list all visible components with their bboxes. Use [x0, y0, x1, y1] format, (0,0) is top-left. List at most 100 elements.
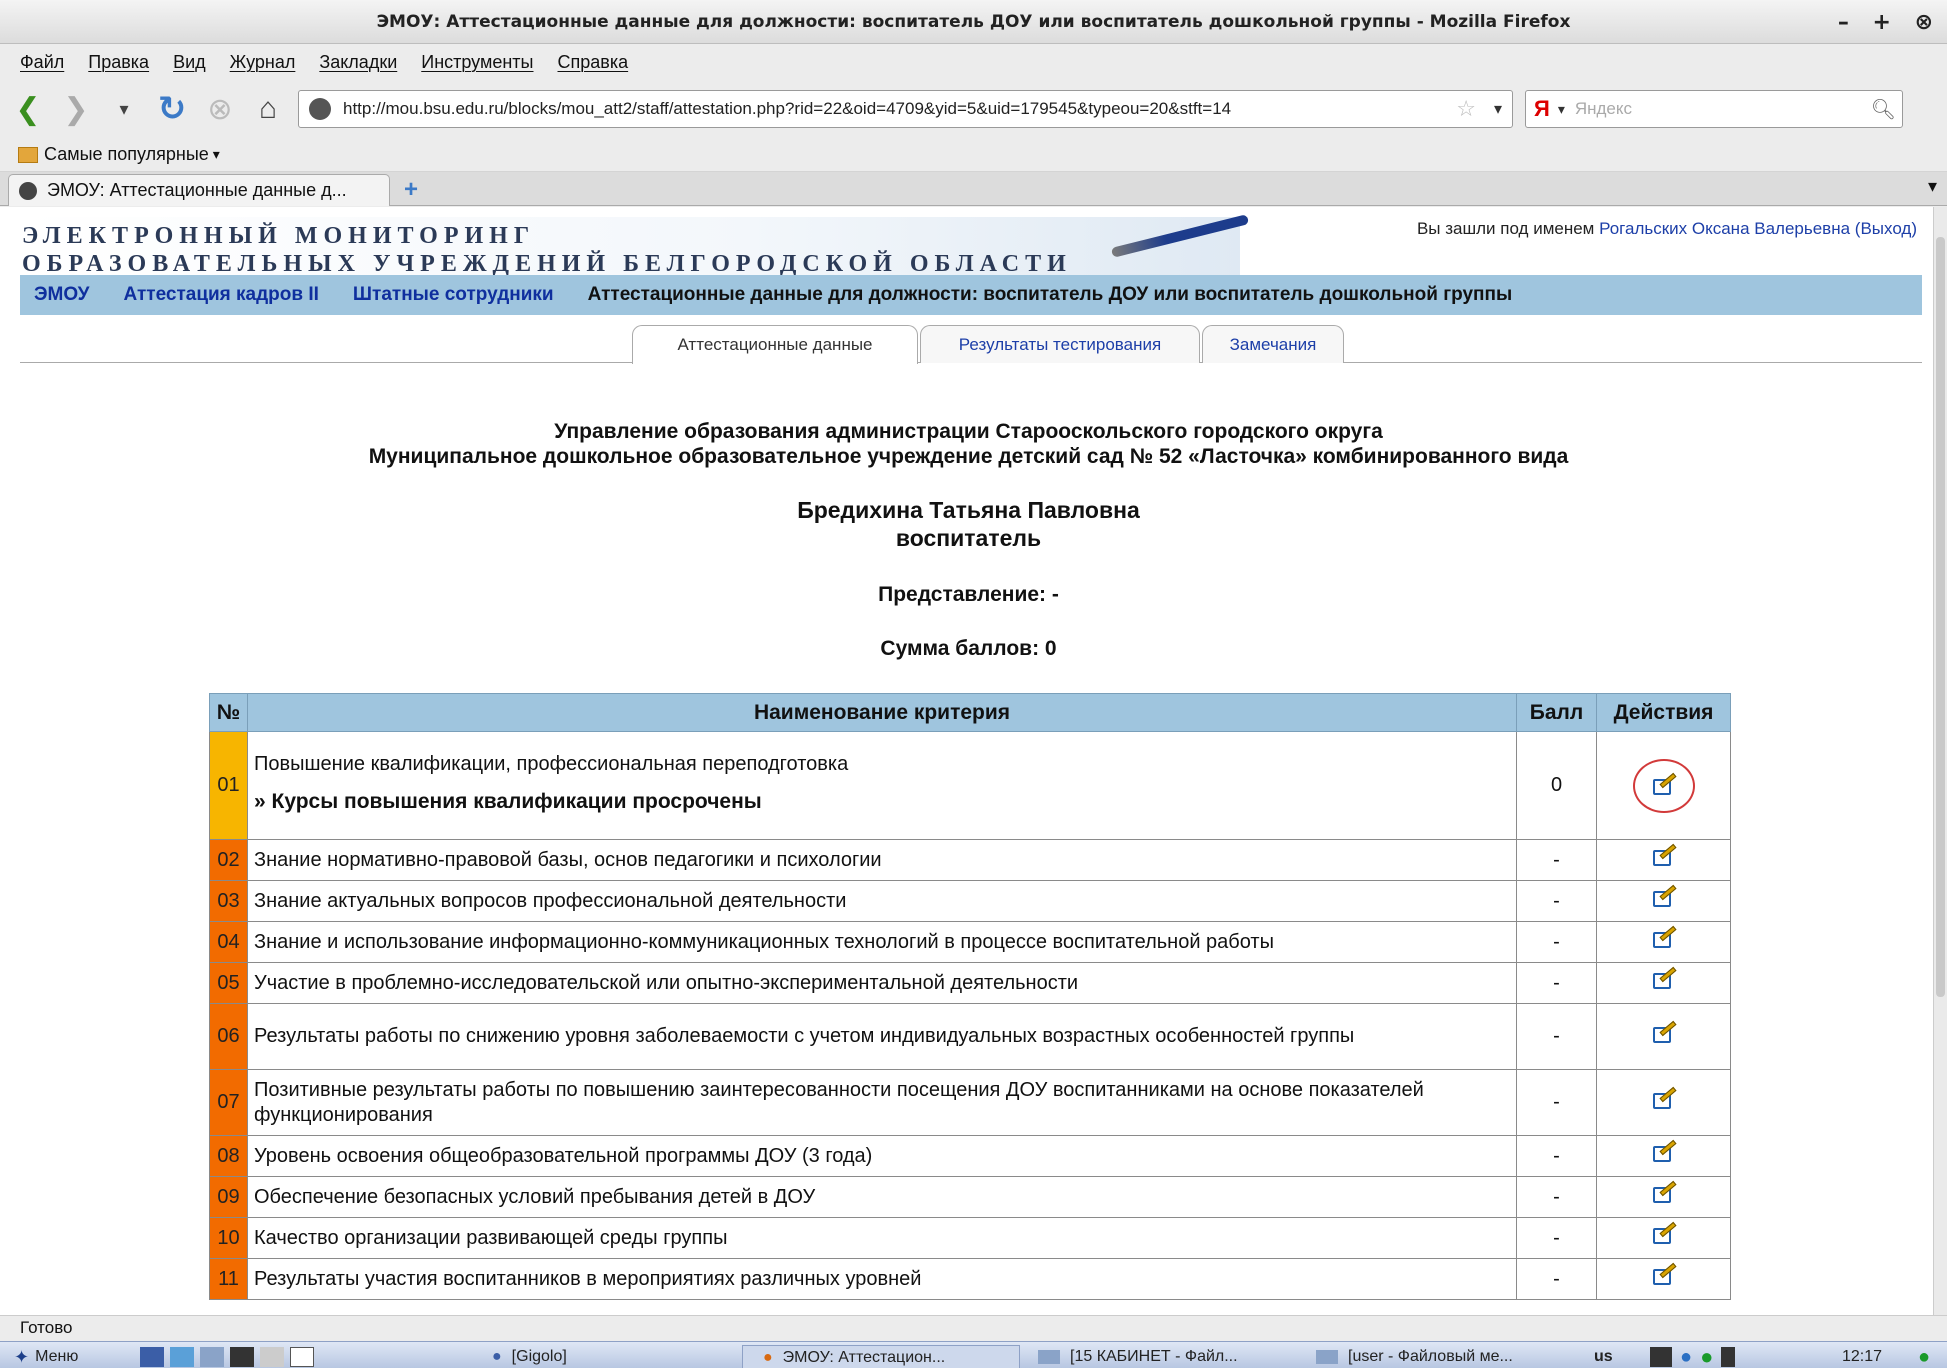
row-actions: [1596, 1135, 1731, 1177]
window-controls[interactable]: – + ⊗: [1838, 10, 1941, 35]
battery-icon[interactable]: [1721, 1347, 1736, 1367]
session-icon[interactable]: ●: [1918, 1345, 1930, 1368]
edit-icon[interactable]: [1652, 772, 1677, 796]
menu-view[interactable]: Вид: [173, 52, 206, 73]
search-box[interactable]: Я ▾ Яндекс 🔍︎: [1525, 90, 1903, 128]
table-row: 07 Позитивные результаты работы по повыш…: [209, 1069, 1731, 1136]
menu-bookmarks[interactable]: Закладки: [319, 52, 397, 73]
back-arrow-icon[interactable]: ❮: [8, 89, 48, 129]
row-number: 11: [209, 1258, 248, 1300]
criteria-table: № Наименование критерия Балл Действия 01…: [209, 693, 1731, 1300]
workspace-icon[interactable]: [290, 1347, 314, 1367]
menu-tools[interactable]: Инструменты: [421, 52, 533, 73]
forward-arrow-icon[interactable]: ❯: [56, 89, 96, 129]
search-icon[interactable]: 🔍︎: [1871, 97, 1896, 122]
notes-icon[interactable]: [260, 1347, 284, 1367]
edit-icon[interactable]: [1652, 1180, 1677, 1204]
edit-icon[interactable]: [1652, 1020, 1677, 1044]
row-number: 07: [209, 1069, 248, 1136]
taskbar-files-2-label: [user - Файловый ме...: [1348, 1348, 1513, 1365]
clock: 12:17: [1842, 1348, 1883, 1365]
home-icon[interactable]: ⌂: [248, 89, 288, 129]
menu-help[interactable]: Справка: [558, 52, 629, 73]
menu-icon: ✦: [14, 1346, 30, 1367]
criterion-name: Уровень освоения общеобразовательной про…: [247, 1135, 1517, 1177]
menu-edit[interactable]: Правка: [88, 52, 149, 73]
employee-position: воспитатель: [895, 525, 1042, 551]
row-actions: [1596, 880, 1731, 922]
row-number: 03: [209, 880, 248, 922]
taskbar-quicklaunch: [140, 1345, 320, 1368]
col-number: №: [209, 693, 248, 732]
tab-test-results[interactable]: Результаты тестирования: [920, 325, 1200, 363]
scrollbar-thumb[interactable]: [1936, 237, 1945, 997]
info-icon[interactable]: ●: [1700, 1344, 1713, 1368]
breadcrumb-current: Аттестационные данные для должности: вос…: [587, 284, 1513, 305]
edit-icon[interactable]: [1652, 925, 1677, 949]
table-row: 02 Знание нормативно-правовой базы, осно…: [209, 839, 1731, 881]
stop-icon[interactable]: ⊗: [200, 89, 240, 129]
breadcrumb: ЭМОУ Аттестация кадров II Штатные сотруд…: [20, 275, 1922, 315]
table-row: 06 Результаты работы по снижению уровня …: [209, 1003, 1731, 1070]
logout-link[interactable]: (Выход): [1855, 219, 1917, 238]
criterion-name: Результаты участия воспитанников в мероп…: [247, 1258, 1517, 1300]
row-actions: [1596, 1217, 1731, 1259]
new-tab-button[interactable]: +: [404, 176, 418, 204]
breadcrumb-attestation[interactable]: Аттестация кадров II: [123, 284, 318, 306]
criterion-name: Качество организации развивающей среды г…: [247, 1217, 1517, 1259]
edit-icon[interactable]: [1652, 1221, 1677, 1245]
edit-icon[interactable]: [1652, 1139, 1677, 1163]
site-identity-icon[interactable]: [309, 98, 331, 120]
row-score: -: [1516, 921, 1597, 963]
chevron-down-icon[interactable]: ▾: [213, 146, 220, 163]
browser-tab-label: ЭМОУ: Аттестационные данные д...: [47, 180, 347, 200]
representation: Представление: -: [878, 583, 1059, 606]
yandex-logo-icon[interactable]: Я: [1534, 96, 1550, 122]
terminal-icon[interactable]: [230, 1347, 254, 1367]
taskbar-tray: ● ●: [1650, 1344, 1736, 1368]
reload-icon[interactable]: ↻: [152, 89, 192, 129]
edit-icon[interactable]: [1652, 843, 1677, 867]
taskbar-gigolo[interactable]: ● [Gigolo]: [492, 1345, 567, 1368]
desktop-icon[interactable]: [140, 1347, 164, 1367]
history-dropdown-icon[interactable]: ▾: [104, 89, 144, 129]
edit-icon[interactable]: [1652, 966, 1677, 990]
taskbar-files-1-label: [15 КАБИНЕТ - Файл...: [1070, 1348, 1238, 1365]
tab-list-chevron-icon[interactable]: ▾: [1928, 176, 1937, 197]
search-engine-dropdown-icon[interactable]: ▾: [1558, 101, 1565, 118]
row-actions: [1596, 921, 1731, 963]
row-number: 10: [209, 1217, 248, 1259]
tab-remarks[interactable]: Замечания: [1202, 325, 1344, 363]
browser-tab-active[interactable]: ЭМОУ: Аттестационные данные д...: [8, 174, 390, 206]
taskbar-firefox[interactable]: ● ЭМОУ: Аттестацион...: [742, 1345, 1020, 1368]
menu-history[interactable]: Журнал: [230, 52, 296, 73]
edit-icon[interactable]: [1652, 1086, 1677, 1110]
login-user-link[interactable]: Рогальских Оксана Валерьевна: [1599, 219, 1850, 238]
login-info: Вы зашли под именем Рогальских Оксана Ва…: [1417, 219, 1917, 239]
taskbar-menu-button[interactable]: ✦ Меню: [14, 1345, 78, 1368]
edit-icon[interactable]: [1652, 884, 1677, 908]
url-dropdown-icon[interactable]: ▾: [1494, 99, 1502, 119]
network-icon[interactable]: [1650, 1347, 1672, 1367]
url-bar[interactable]: http://mou.bsu.edu.ru/blocks/mou_att2/st…: [298, 90, 1513, 128]
globe-icon[interactable]: ●: [1680, 1346, 1692, 1368]
bookmark-star-icon[interactable]: ☆: [1456, 96, 1476, 122]
breadcrumb-emou[interactable]: ЭМОУ: [34, 284, 89, 306]
bookmarks-most-visited[interactable]: Самые популярные: [44, 144, 209, 165]
table-row: 05 Участие в проблемно-исследовательской…: [209, 962, 1731, 1004]
breadcrumb-staff[interactable]: Штатные сотрудники: [353, 284, 554, 306]
file-manager-icon[interactable]: [200, 1347, 224, 1367]
browser-launcher-icon[interactable]: [170, 1347, 194, 1367]
row-score: -: [1516, 1003, 1597, 1070]
vertical-scrollbar[interactable]: [1933, 207, 1947, 1315]
tab-attestation-data[interactable]: Аттестационные данные: [632, 325, 918, 364]
criterion-name: Повышение квалификации, профессиональная…: [254, 753, 849, 775]
folder-icon: [1038, 1350, 1060, 1364]
taskbar-files-2[interactable]: [user - Файловый ме...: [1316, 1345, 1513, 1368]
firefox-icon: ●: [763, 1348, 773, 1366]
taskbar-files-1[interactable]: [15 КАБИНЕТ - Файл...: [1038, 1345, 1238, 1368]
menu-file[interactable]: Файл: [20, 52, 64, 73]
keyboard-layout[interactable]: us: [1594, 1345, 1613, 1368]
criterion-name: Участие в проблемно-исследовательской ил…: [247, 962, 1517, 1004]
edit-icon[interactable]: [1652, 1262, 1677, 1286]
